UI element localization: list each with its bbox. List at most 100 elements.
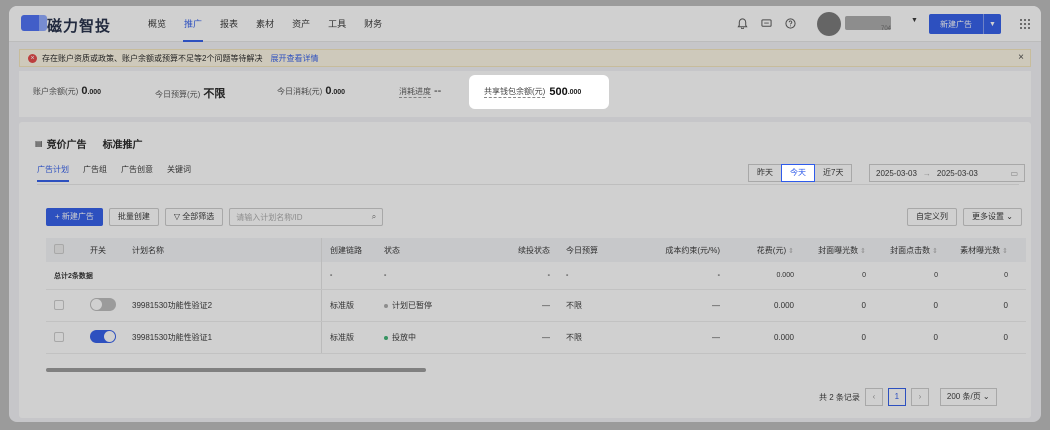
- new-ad-button[interactable]: 新建广告 ▼: [929, 14, 1001, 34]
- checkbox[interactable]: [54, 244, 64, 254]
- brand-name: 磁力智投: [47, 18, 112, 35]
- sort-icon[interactable]: ⇕: [788, 248, 794, 255]
- row-select[interactable]: [46, 331, 82, 344]
- date-today[interactable]: 今天: [781, 164, 815, 182]
- stat-label: 账户余额(元): [33, 87, 79, 96]
- cell-budget[interactable]: 不限: [558, 300, 628, 311]
- nav-finance[interactable]: 财务: [355, 6, 391, 42]
- apps-grid-icon[interactable]: [1019, 18, 1031, 30]
- sort-icon[interactable]: ⇕: [1002, 248, 1008, 255]
- stat-label: 今日预算(元): [155, 90, 201, 99]
- table-row: 39981530功能性验证1 标准版 投放中 — 不限 — 0.000 0 0 …: [46, 322, 1026, 354]
- batch-create-button[interactable]: 批量创建: [108, 208, 159, 226]
- cell-chain: 标准版: [330, 333, 354, 342]
- checkbox[interactable]: [54, 331, 64, 342]
- header-budget: 今日预算: [566, 245, 598, 255]
- pagination: 共 2 条记录 ‹ 1 › 200 条/页 ⌄: [819, 388, 997, 406]
- shared-wallet-decimal: .000: [567, 88, 582, 96]
- alert-details-link[interactable]: 展开查看详情: [270, 53, 318, 64]
- tab-ad-creative[interactable]: 广告创意: [121, 164, 153, 182]
- ad-type-tabs: ▤ 竞价广告 标准推广: [35, 136, 143, 151]
- cell-cover-imp: 0: [861, 301, 866, 310]
- tab-keywords[interactable]: 关键词: [167, 164, 191, 182]
- search-input[interactable]: [236, 212, 372, 222]
- plan-name-link[interactable]: 39981530功能性验证1: [124, 322, 322, 353]
- header-cover-click[interactable]: 封面点击数 ⇕: [874, 245, 946, 256]
- row-switch[interactable]: [82, 330, 124, 345]
- message-icon[interactable]: [760, 17, 773, 30]
- plan-name-link[interactable]: 39981530功能性验证2: [124, 290, 322, 321]
- row-switch[interactable]: [82, 298, 124, 313]
- search-icon[interactable]: ⌕: [372, 212, 376, 222]
- brand-logo-icon: [21, 15, 47, 31]
- sort-icon[interactable]: ⇕: [860, 248, 866, 255]
- page-size-select[interactable]: 200 条/页 ⌄: [939, 388, 997, 406]
- page-number[interactable]: 1: [887, 388, 906, 406]
- date-end: 2025-03-03: [936, 168, 978, 178]
- cell-cost: —: [712, 333, 720, 342]
- nav-reports[interactable]: 报表: [211, 6, 247, 42]
- date-last7[interactable]: 近7天: [814, 164, 853, 182]
- custom-columns-button[interactable]: 自定义列: [907, 208, 957, 226]
- nav-overview[interactable]: 概览: [139, 6, 175, 42]
- header-cover-imp[interactable]: 封面曝光数 ⇕: [802, 245, 874, 256]
- cell-budget[interactable]: 不限: [558, 332, 628, 343]
- horizontal-scrollbar[interactable]: [46, 368, 426, 372]
- tab-bidding-ads[interactable]: ▤ 竞价广告: [35, 136, 87, 151]
- cell-cover-click: 0: [933, 301, 938, 310]
- status-toggle[interactable]: [90, 330, 116, 343]
- row-select[interactable]: [46, 299, 82, 312]
- help-icon[interactable]: [784, 17, 797, 30]
- total-cell: 0: [934, 272, 938, 279]
- sort-icon[interactable]: ⇕: [932, 248, 938, 255]
- nav-promotion[interactable]: 推广: [175, 6, 211, 42]
- header-mat-imp[interactable]: 素材曝光数 ⇕: [946, 245, 1016, 256]
- tab-label: 竞价广告: [46, 140, 87, 151]
- total-cell: 0: [1004, 272, 1008, 279]
- stat-budget: 今日预算(元) 不限: [155, 85, 225, 101]
- stat-spend: 今日消耗(元) 0 .000: [277, 85, 345, 97]
- date-yesterday[interactable]: 昨天: [748, 164, 782, 182]
- tab-ad-group[interactable]: 广告组: [83, 164, 107, 182]
- stat-decimal: .000: [331, 89, 346, 96]
- user-avatar[interactable]: [817, 12, 841, 36]
- caret-down-icon[interactable]: ▼: [983, 14, 1001, 34]
- nav-materials[interactable]: 素材: [247, 6, 283, 42]
- tab-standard-promo[interactable]: 标准推广: [103, 136, 143, 151]
- cell-renew: —: [542, 301, 550, 310]
- prev-page-button[interactable]: ‹: [864, 388, 883, 406]
- header-cost-limit: 成本约束(元/%): [665, 245, 720, 255]
- tab-ad-plan[interactable]: 广告计划: [37, 164, 69, 182]
- close-icon[interactable]: ×: [1018, 52, 1024, 63]
- level-tabs: 广告计划 广告组 广告创意 关键词: [37, 164, 191, 182]
- cell-cost: —: [712, 301, 720, 310]
- new-plan-button[interactable]: + 新建广告: [46, 208, 103, 226]
- bell-icon[interactable]: [736, 17, 749, 30]
- status-text: 投放中: [392, 333, 416, 342]
- nav-tools[interactable]: 工具: [319, 6, 355, 42]
- header-label: 花费(元): [756, 245, 787, 255]
- top-header: 磁力智投 概览 推广 报表 素材 资产 工具 财务 704 ▼ 新建广告 ▼: [9, 6, 1041, 42]
- header-select-all[interactable]: [46, 244, 82, 256]
- table-total-row: 总计2条数据 - - - - - 0.000 0 0 0: [46, 262, 1026, 290]
- chevron-down-icon: ⌄: [1004, 212, 1013, 221]
- cell-status: 投放中: [376, 332, 506, 343]
- nav-assets[interactable]: 资产: [283, 6, 319, 42]
- status-text: 计划已暂停: [392, 301, 432, 310]
- next-page-button[interactable]: ›: [910, 388, 929, 406]
- chevron-down-icon[interactable]: ▼: [911, 17, 918, 24]
- stat-decimal: .000: [87, 89, 102, 96]
- date-range-picker[interactable]: 2025-03-03 → 2025-03-03 ▭: [869, 164, 1025, 182]
- cell-mat-imp: 0: [1003, 333, 1008, 342]
- main-panel: ▤ 竞价广告 标准推广 广告计划 广告组 广告创意 关键词 昨天 今天 近7天 …: [19, 122, 1031, 418]
- status-toggle[interactable]: [90, 298, 116, 311]
- total-cell: -: [566, 272, 569, 279]
- more-settings-button[interactable]: 更多设置 ⌄: [963, 208, 1022, 226]
- checkbox[interactable]: [54, 299, 64, 310]
- table-header: 开关 计划名称 创建链路 状态 续投状态 今日预算 成本约束(元/%) 花费(元…: [46, 238, 1026, 262]
- shared-wallet-value: 500: [549, 86, 568, 98]
- header-plan-name: 计划名称: [124, 238, 322, 262]
- filter-button[interactable]: ▽ 全部筛选: [164, 208, 224, 226]
- total-label: 总计2条数据: [46, 262, 322, 289]
- header-spend[interactable]: 花费(元) ⇕: [728, 245, 802, 256]
